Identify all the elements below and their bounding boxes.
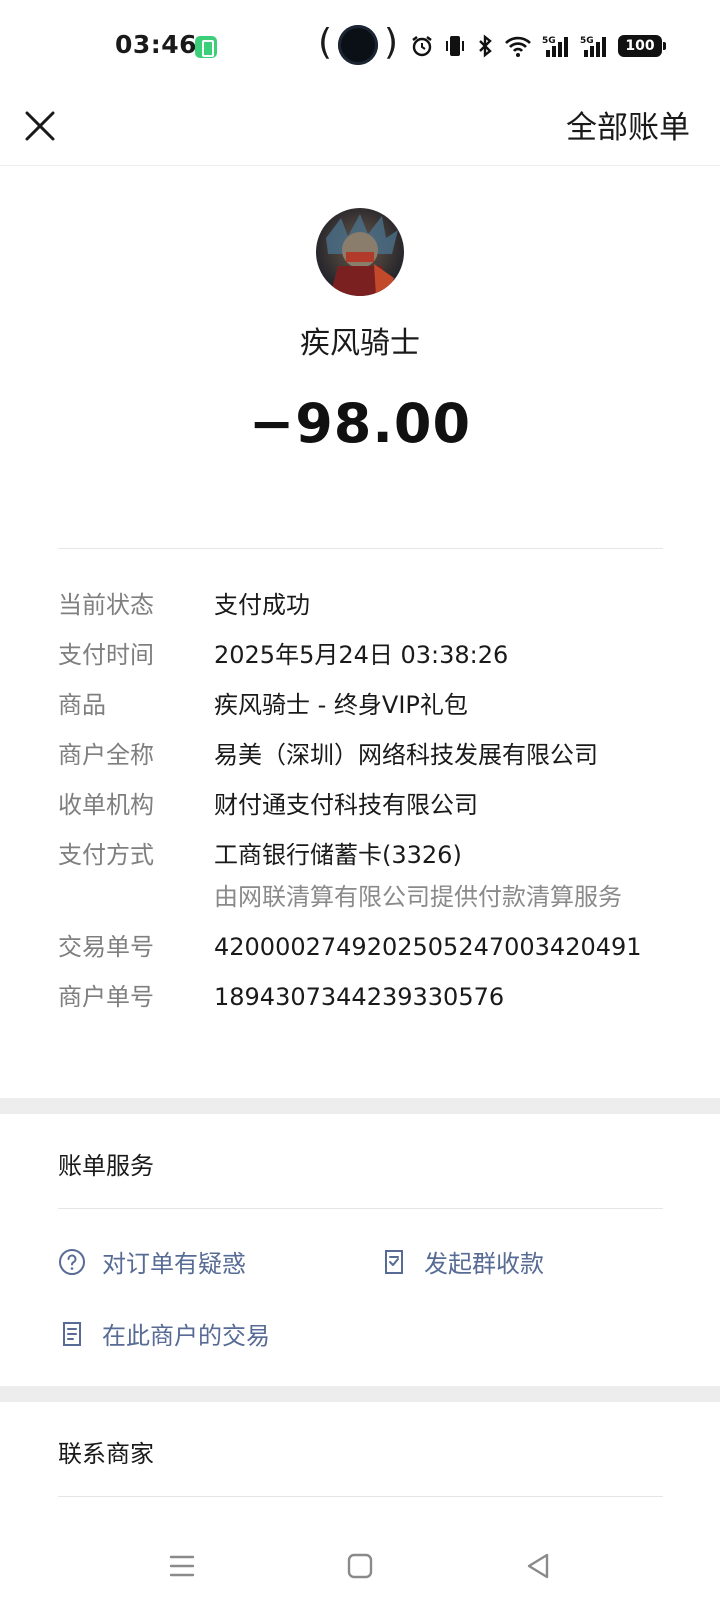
status-bar: 03:46 ( ) 5G 5G 100 <box>0 0 720 92</box>
detail-label: 支付时间 <box>58 641 154 669</box>
merchant-avatar <box>316 208 404 296</box>
detail-value: 易美（深圳）网络科技发展有限公司 <box>214 741 598 769</box>
close-icon[interactable] <box>20 106 60 146</box>
top-bar: 全部账单 <box>0 92 720 166</box>
status-time: 03:46 <box>115 30 198 59</box>
question-circle-icon <box>58 1248 86 1276</box>
detail-value[interactable]: 4200002749202505247003420491 <box>214 930 642 964</box>
svg-text:5G: 5G <box>542 36 556 46</box>
battery-icon: 100 <box>618 35 666 57</box>
detail-label: 当前状态 <box>58 591 154 619</box>
detail-row-payment-method: 支付方式 工商银行储蓄卡(3326) 由网联清算有限公司提供付款清算服务 <box>58 838 678 914</box>
detail-row-merchant-full-name: 商户全称 易美（深圳）网络科技发展有限公司 <box>58 738 678 772</box>
merchant-transactions-link[interactable]: 在此商户的交易 <box>58 1316 270 1351</box>
detail-row-status: 当前状态 支付成功 <box>58 588 678 622</box>
payment-method-value: 工商银行储蓄卡(3326) <box>214 841 462 869</box>
front-camera-icon <box>338 25 378 65</box>
divider <box>58 1496 663 1497</box>
detail-value: 2025年5月24日 03:38:26 <box>214 641 509 669</box>
bill-services-title: 账单服务 <box>58 1152 154 1180</box>
merchant-name: 疾风骑士 <box>300 326 420 361</box>
camera-cutout: ( ) <box>318 22 400 68</box>
checklist-icon <box>380 1248 408 1276</box>
camera-right-bracket-icon: ) <box>384 22 399 63</box>
detail-row-product: 商品 疾风骑士 - 终身VIP礼包 <box>58 688 678 722</box>
detail-label: 交易单号 <box>58 933 154 961</box>
detail-value: 工商银行储蓄卡(3326) 由网联清算有限公司提供付款清算服务 <box>214 838 622 914</box>
payment-amount: −98.00 <box>248 392 472 455</box>
all-bills-button[interactable]: 全部账单 <box>566 102 690 147</box>
detail-value: 财付通支付科技有限公司 <box>214 791 478 819</box>
detail-row-acquirer: 收单机构 财付通支付科技有限公司 <box>58 788 678 822</box>
charging-icon <box>195 36 217 58</box>
system-icons: 5G 5G 100 <box>410 32 666 60</box>
detail-row-transaction-id: 交易单号 4200002749202505247003420491 <box>58 930 678 964</box>
svg-text:5G: 5G <box>580 36 594 46</box>
divider <box>58 1208 663 1209</box>
signal-5g-icon: 5G <box>580 36 606 57</box>
detail-value: 疾风骑士 - 终身VIP礼包 <box>214 691 468 719</box>
order-question-link[interactable]: 对订单有疑惑 <box>58 1244 246 1279</box>
detail-row-time: 支付时间 2025年5月24日 03:38:26 <box>58 638 678 672</box>
contact-merchant-title[interactable]: 联系商家 <box>58 1434 154 1469</box>
detail-label: 商户全称 <box>58 741 154 769</box>
order-question-label: 对订单有疑惑 <box>102 1250 246 1278</box>
menu-icon[interactable] <box>162 1546 202 1586</box>
transaction-details: 当前状态 支付成功 支付时间 2025年5月24日 03:38:26 商品 疾风… <box>58 588 678 1030</box>
clearing-service-note: 由网联清算有限公司提供付款清算服务 <box>214 883 622 911</box>
wifi-icon <box>505 36 531 57</box>
detail-label: 商品 <box>58 691 106 719</box>
detail-label: 收单机构 <box>58 791 154 819</box>
camera-left-bracket-icon: ( <box>318 22 333 63</box>
detail-value[interactable]: 1894307344239330576 <box>214 980 504 1014</box>
alarm-icon <box>412 36 432 57</box>
divider <box>58 548 663 549</box>
document-icon <box>58 1320 86 1348</box>
group-collection-link[interactable]: 发起群收款 <box>380 1244 544 1279</box>
signal-5g-icon: 5G <box>542 36 568 57</box>
detail-value: 支付成功 <box>214 591 310 619</box>
back-icon[interactable] <box>518 1546 558 1586</box>
vibrate-icon <box>446 36 464 56</box>
merchant-transactions-label: 在此商户的交易 <box>102 1322 270 1350</box>
home-icon[interactable] <box>340 1546 380 1586</box>
detail-label: 支付方式 <box>58 841 154 869</box>
detail-row-merchant-order-id: 商户单号 1894307344239330576 <box>58 980 678 1014</box>
group-collection-label: 发起群收款 <box>424 1250 544 1278</box>
section-separator <box>0 1386 720 1402</box>
system-navigation-bar <box>0 1528 720 1608</box>
detail-label: 商户单号 <box>58 983 154 1011</box>
section-separator <box>0 1098 720 1114</box>
bluetooth-icon <box>479 34 492 58</box>
